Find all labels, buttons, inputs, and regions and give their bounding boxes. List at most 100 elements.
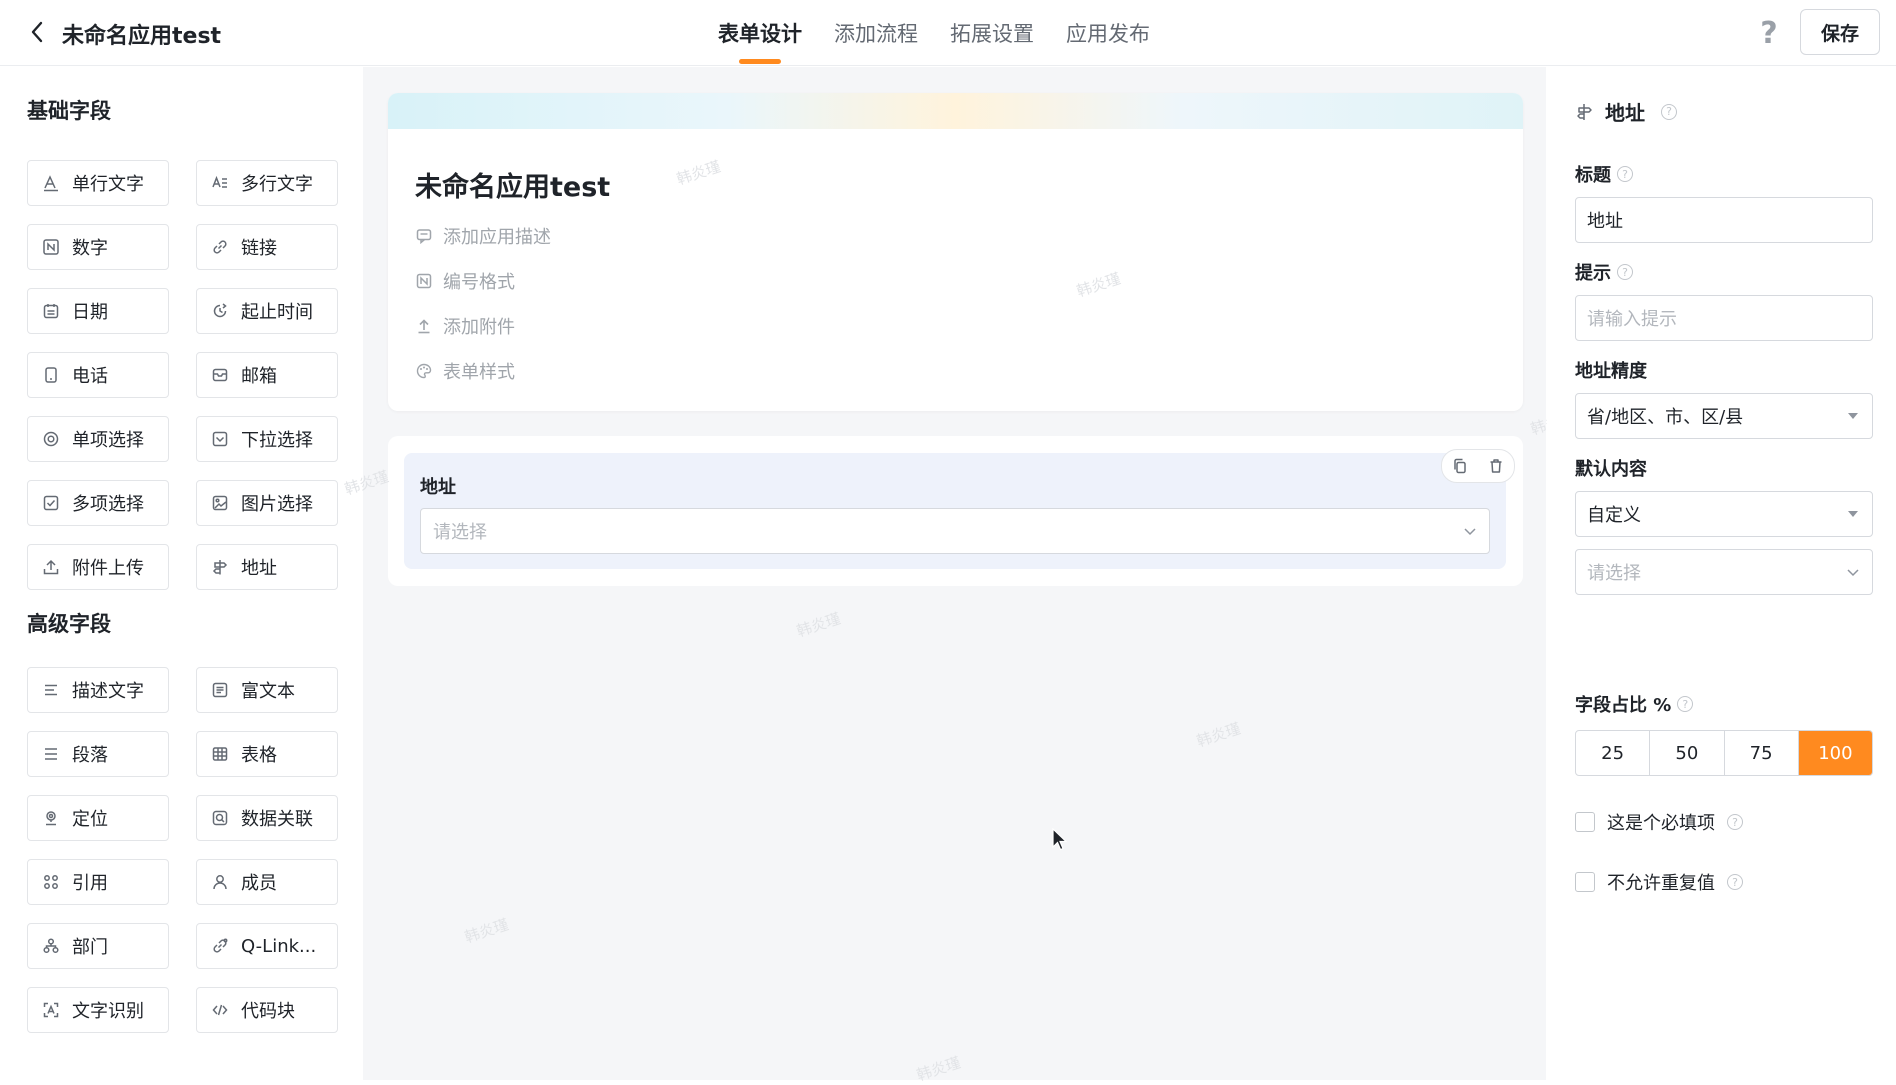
field-button-label: 邮箱 bbox=[241, 366, 277, 387]
field-button-12[interactable]: 图片选择 bbox=[196, 480, 338, 526]
help-icon[interactable]: ? bbox=[1752, 16, 1786, 51]
help-circle-icon[interactable]: ? bbox=[1727, 874, 1743, 890]
default-value-select[interactable]: 请选择 bbox=[1575, 549, 1873, 595]
address-field-block[interactable]: 地址 请选择 bbox=[404, 449, 1515, 569]
add-description-link[interactable]: 添加应用描述 bbox=[415, 223, 551, 249]
field-button-8[interactable]: 邮箱 bbox=[196, 352, 338, 398]
hint-input[interactable]: 请输入提示 bbox=[1575, 295, 1873, 341]
field-button-label: 描述文字 bbox=[72, 681, 144, 702]
form-title[interactable]: 未命名应用test bbox=[415, 165, 610, 204]
field-button-label: 段落 bbox=[72, 745, 108, 766]
back-button[interactable] bbox=[22, 17, 52, 47]
help-circle-icon[interactable]: ? bbox=[1677, 696, 1694, 712]
tab-extension-settings[interactable]: 拓展设置 bbox=[950, 0, 1034, 66]
upload-icon bbox=[42, 558, 60, 576]
required-checkbox[interactable]: 这是个必填项 ? bbox=[1575, 809, 1743, 835]
field-button-label: 起止时间 bbox=[241, 302, 313, 323]
description-icon bbox=[42, 681, 60, 699]
field-button-label: 成员 bbox=[241, 873, 277, 894]
palette-icon bbox=[415, 362, 433, 380]
default-content-label: 默认内容 bbox=[1575, 459, 1647, 480]
field-button-5[interactable]: 日期 bbox=[27, 288, 169, 334]
chevron-down-icon bbox=[1464, 528, 1476, 536]
ratio-segmented-control: 25 50 75 100 bbox=[1575, 730, 1873, 776]
checkbox-unchecked[interactable] bbox=[1575, 812, 1595, 832]
field-button-7[interactable]: 引用 bbox=[27, 859, 169, 905]
add-attachment-link[interactable]: 添加附件 bbox=[415, 313, 515, 339]
advanced-fields-title: 高级字段 bbox=[27, 612, 111, 636]
field-button-1[interactable]: 描述文字 bbox=[27, 667, 169, 713]
field-button-9[interactable]: 部门 bbox=[27, 923, 169, 969]
code-icon bbox=[211, 1001, 229, 1019]
no-duplicate-checkbox[interactable]: 不允许重复值 ? bbox=[1575, 869, 1743, 895]
tab-add-flow[interactable]: 添加流程 bbox=[834, 0, 918, 66]
field-button-4[interactable]: 链接 bbox=[196, 224, 338, 270]
comment-icon bbox=[415, 227, 433, 245]
default-mode-select[interactable]: 自定义 bbox=[1575, 491, 1873, 537]
field-button-8[interactable]: 成员 bbox=[196, 859, 338, 905]
field-button-10[interactable]: Q-Link... bbox=[196, 923, 338, 969]
image-icon bbox=[211, 494, 229, 512]
help-circle-icon[interactable]: ? bbox=[1661, 103, 1677, 120]
checkbox-unchecked[interactable] bbox=[1575, 872, 1595, 892]
field-button-12[interactable]: 代码块 bbox=[196, 987, 338, 1033]
number-format-link[interactable]: 编号格式 bbox=[415, 268, 515, 294]
help-circle-icon[interactable]: ? bbox=[1617, 264, 1633, 280]
field-button-label: 文字识别 bbox=[72, 1001, 144, 1022]
hint-label-text: 提示 bbox=[1575, 263, 1611, 284]
field-palette: 基础字段 单行文字 多行文字数字 链接 日期 起止时间电话 邮箱单项选择 下拉选择 多项选择 图… bbox=[0, 67, 362, 1080]
ratio-option-100[interactable]: 100 bbox=[1798, 731, 1872, 775]
field-button-6[interactable]: 起止时间 bbox=[196, 288, 338, 334]
address-field-select[interactable]: 请选择 bbox=[420, 508, 1490, 554]
field-button-2[interactable]: 多行文字 bbox=[196, 160, 338, 206]
paragraph-icon bbox=[42, 745, 60, 763]
title-label-text: 标题 bbox=[1575, 165, 1611, 186]
field-button-11[interactable]: 多项选择 bbox=[27, 480, 169, 526]
field-button-3[interactable]: 数字 bbox=[27, 224, 169, 270]
field-button-10[interactable]: 下拉选择 bbox=[196, 416, 338, 462]
ratio-option-25[interactable]: 25 bbox=[1576, 731, 1651, 775]
field-button-6[interactable]: 数据关联 bbox=[196, 795, 338, 841]
help-circle-icon[interactable]: ? bbox=[1617, 166, 1633, 182]
field-button-2[interactable]: 富文本 bbox=[196, 667, 338, 713]
save-button[interactable]: 保存 bbox=[1800, 9, 1880, 55]
field-button-label: 引用 bbox=[72, 873, 108, 894]
caret-down-icon bbox=[1848, 413, 1858, 419]
main-tabs: 表单设计 添加流程 拓展设置 应用发布 bbox=[718, 0, 1150, 66]
trash-icon[interactable] bbox=[1485, 455, 1507, 477]
hint-input-placeholder: 请输入提示 bbox=[1587, 309, 1677, 330]
precision-select[interactable]: 省/地区、市、区/县 bbox=[1575, 393, 1873, 439]
tab-app-publish[interactable]: 应用发布 bbox=[1066, 0, 1150, 66]
title-input-value: 地址 bbox=[1587, 211, 1623, 232]
field-button-14[interactable]: 地址 bbox=[196, 544, 338, 590]
field-button-label: 富文本 bbox=[241, 681, 295, 702]
form-style-link[interactable]: 表单样式 bbox=[415, 358, 515, 384]
ratio-option-50[interactable]: 50 bbox=[1650, 731, 1725, 775]
basic-fields-title: 基础字段 bbox=[27, 99, 111, 123]
signpost-icon bbox=[211, 558, 229, 576]
tab-form-design[interactable]: 表单设计 bbox=[718, 0, 802, 66]
field-button-label: 多行文字 bbox=[241, 174, 313, 195]
field-button-13[interactable]: 附件上传 bbox=[27, 544, 169, 590]
field-button-4[interactable]: 表格 bbox=[196, 731, 338, 777]
field-button-7[interactable]: 电话 bbox=[27, 352, 169, 398]
ratio-option-75[interactable]: 75 bbox=[1725, 731, 1799, 775]
field-button-3[interactable]: 段落 bbox=[27, 731, 169, 777]
help-circle-icon[interactable]: ? bbox=[1727, 814, 1743, 830]
ocr-icon bbox=[42, 1001, 60, 1019]
copy-icon[interactable] bbox=[1449, 455, 1471, 477]
field-button-5[interactable]: 定位 bbox=[27, 795, 169, 841]
ratio-label: 字段占比 % ? bbox=[1575, 691, 1694, 717]
field-button-11[interactable]: 文字识别 bbox=[27, 987, 169, 1033]
number-format-label: 编号格式 bbox=[443, 272, 515, 293]
single-line-text-icon bbox=[42, 174, 60, 192]
chevron-down-icon bbox=[1847, 569, 1859, 577]
field-button-9[interactable]: 单项选择 bbox=[27, 416, 169, 462]
field-button-1[interactable]: 单行文字 bbox=[27, 160, 169, 206]
rich-text-icon bbox=[211, 681, 229, 699]
app-title: 未命名应用test bbox=[62, 24, 222, 49]
reference-icon bbox=[42, 873, 60, 891]
field-button-label: 单项选择 bbox=[72, 430, 144, 451]
title-input[interactable]: 地址 bbox=[1575, 197, 1873, 243]
phone-icon bbox=[42, 366, 60, 384]
